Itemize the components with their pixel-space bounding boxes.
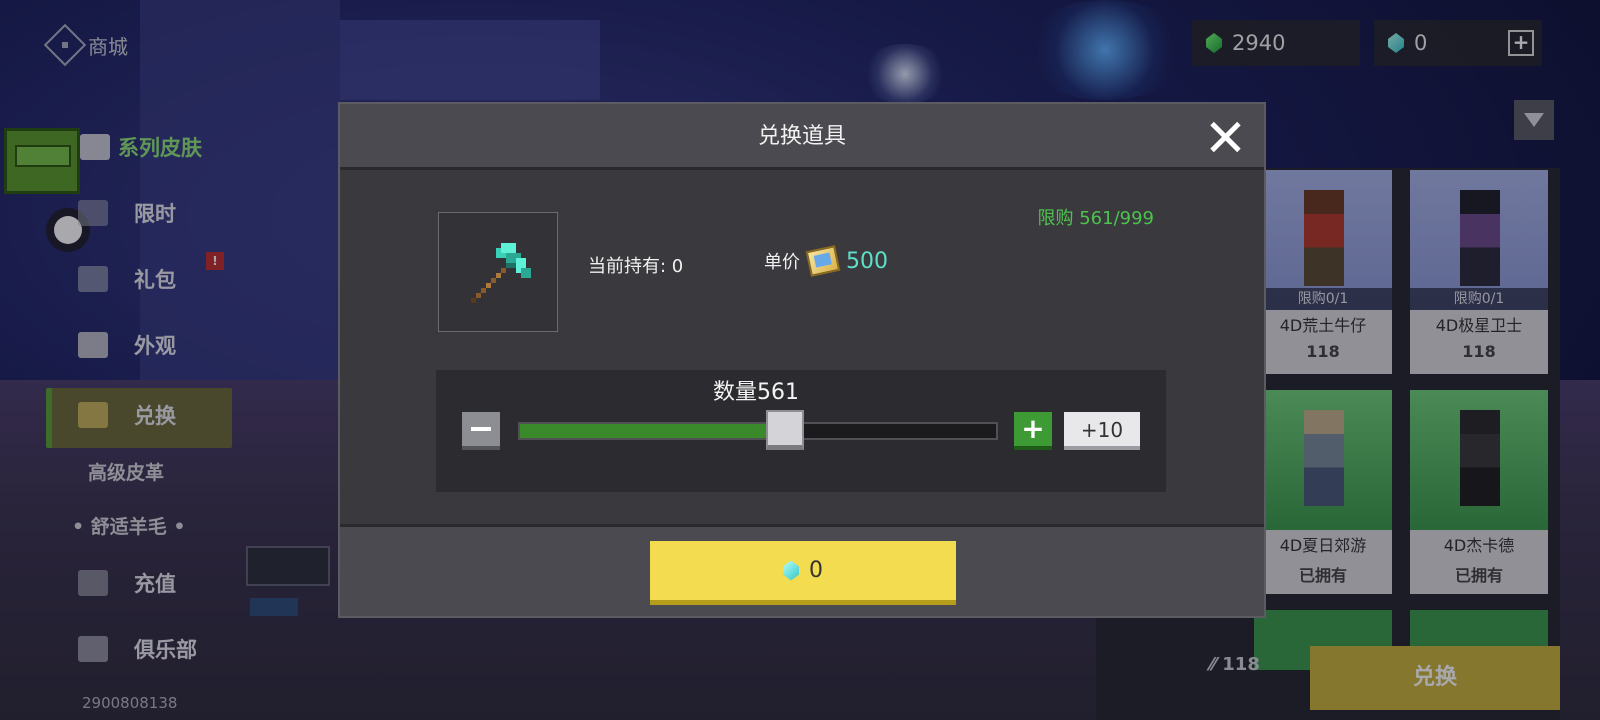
quantity-slider[interactable]	[518, 422, 998, 440]
unit-price: 单价 500	[764, 245, 888, 277]
decrease-button[interactable]	[462, 412, 500, 450]
close-icon[interactable]	[1210, 122, 1240, 152]
dialog-title: 兑换道具	[757, 124, 846, 149]
dialog-header: 兑换道具	[340, 104, 1264, 170]
axe-icon	[471, 243, 531, 303]
confirm-button[interactable]: 0	[650, 541, 956, 605]
ticket-icon	[805, 245, 841, 277]
quantity-panel: 数量561 + +10	[436, 370, 1166, 492]
dialog-footer: 0	[340, 524, 1264, 616]
minus-icon	[471, 427, 491, 431]
slider-fill	[520, 424, 787, 438]
plus10-button[interactable]: +10	[1064, 412, 1140, 450]
item-preview	[438, 212, 558, 332]
slider-thumb[interactable]	[766, 410, 804, 450]
held-count: 当前持有: 0	[588, 256, 684, 277]
exchange-dialog: 兑换道具 当前持有: 0 单价 500 限购 561/999 数量561 + +…	[338, 102, 1266, 618]
quantity-label: 数量561	[713, 380, 799, 405]
purchase-limit: 限购 561/999	[1037, 208, 1155, 229]
diamond-icon	[783, 560, 799, 581]
plus-icon: +	[1021, 412, 1045, 445]
unit-price-label: 单价	[764, 252, 800, 273]
unit-price-value: 500	[846, 248, 888, 274]
increase-button[interactable]: +	[1014, 412, 1052, 450]
confirm-price: 0	[809, 558, 823, 583]
